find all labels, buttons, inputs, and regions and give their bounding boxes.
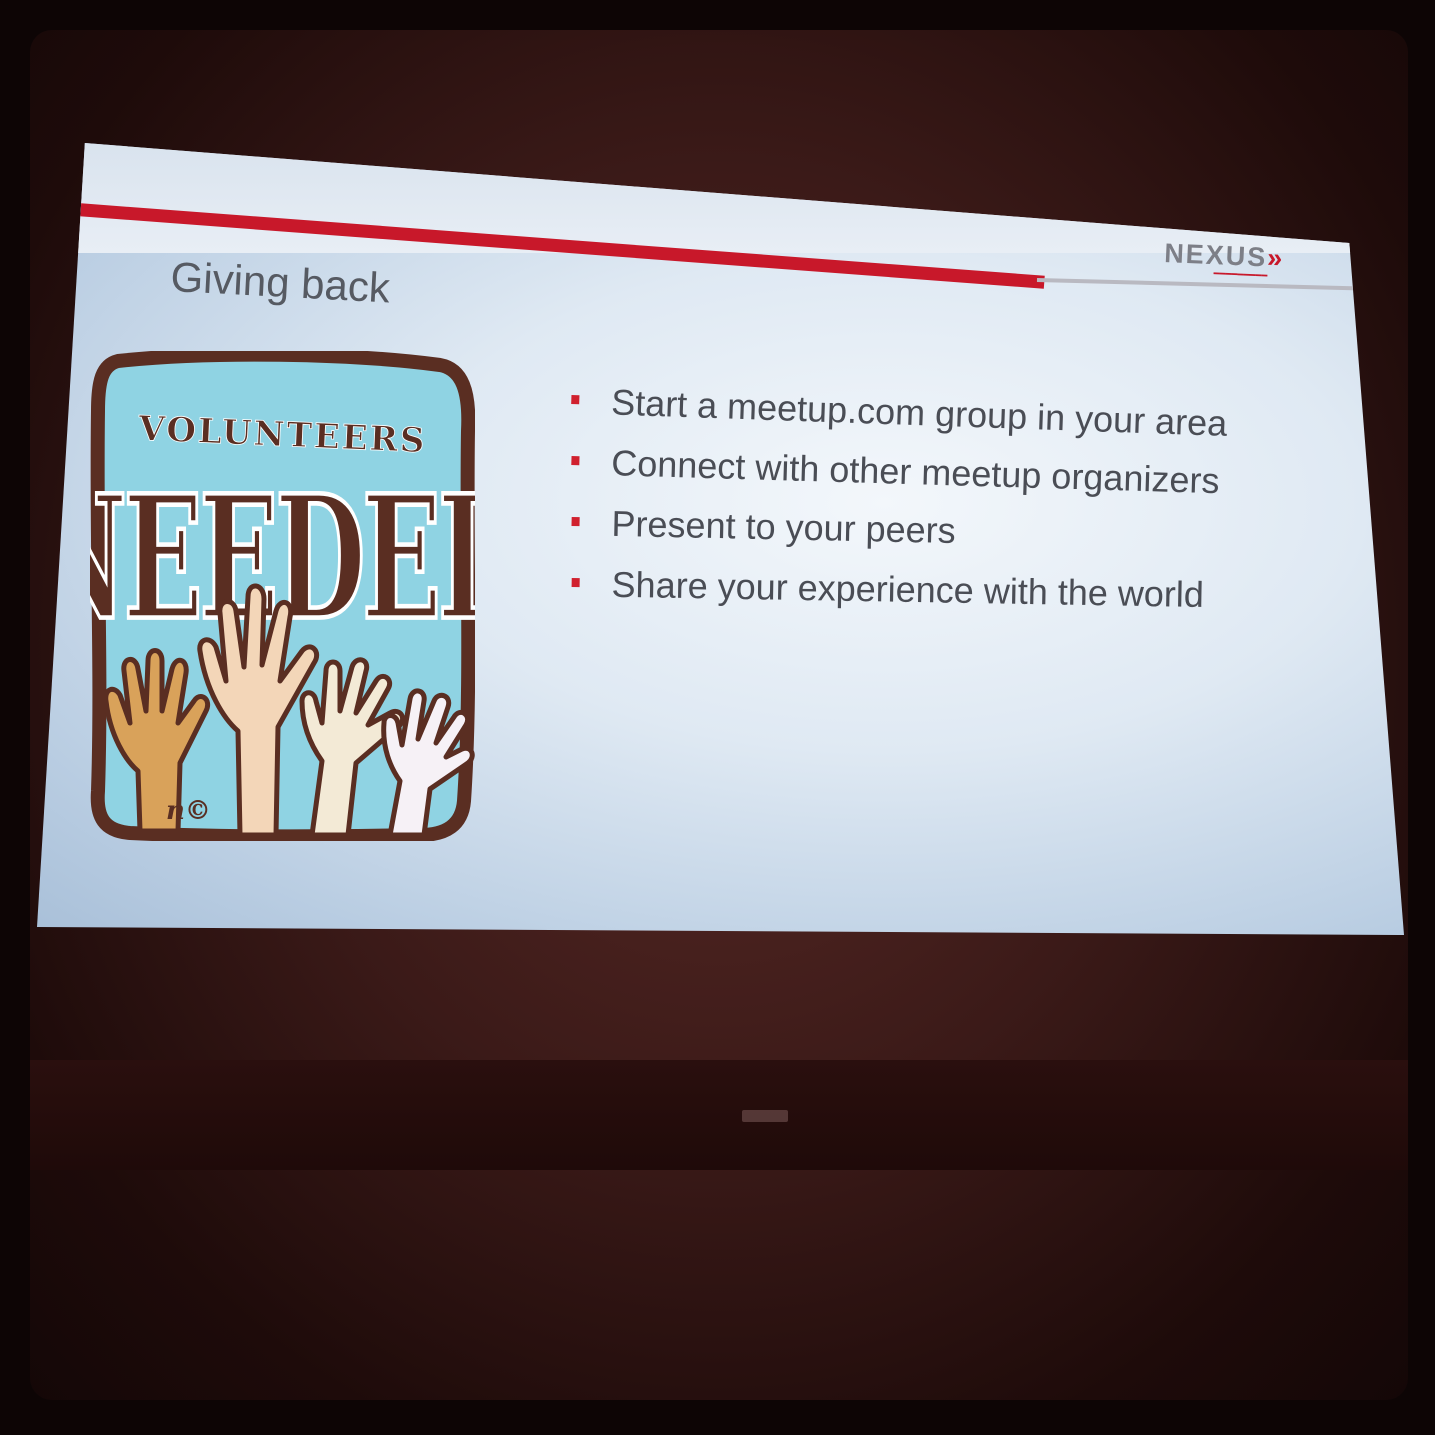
header-grey-rule bbox=[1036, 278, 1357, 291]
slide-title: Giving back bbox=[169, 253, 392, 312]
bullet-text: Start a meetup.com group in your area bbox=[610, 381, 1228, 444]
logo-name: NEXUS bbox=[1163, 238, 1268, 273]
projector-label bbox=[742, 1110, 788, 1122]
bullet-square-icon bbox=[571, 577, 580, 588]
bullet-item: Share your experience with the world bbox=[571, 563, 1332, 640]
bullet-text: Present to your peers bbox=[611, 502, 957, 552]
screen-bottom-band bbox=[30, 1060, 1408, 1170]
bullet-list: Start a meetup.com group in your area Co… bbox=[571, 380, 1332, 636]
slide-header-band bbox=[37, 143, 1404, 253]
bullet-square-icon bbox=[571, 394, 580, 405]
bullet-square-icon bbox=[571, 516, 580, 527]
artist-signature: n© bbox=[166, 796, 211, 826]
logo-arrows: » bbox=[1266, 242, 1285, 274]
photo-frame: Giving back NEXUS» ▬▬▬▬▬▬▬▬▬ Start a mee… bbox=[0, 0, 1435, 1435]
bullet-square-icon bbox=[571, 455, 580, 466]
volunteers-needed-image: VOLUNTEERS NEEDED n© bbox=[90, 351, 475, 841]
projected-slide: Giving back NEXUS» ▬▬▬▬▬▬▬▬▬ Start a mee… bbox=[37, 143, 1404, 943]
nexus-logo: NEXUS» ▬▬▬▬▬▬▬▬▬ bbox=[1163, 238, 1285, 279]
logo-text: NEXUS» bbox=[1164, 238, 1285, 274]
slide-surface: Giving back NEXUS» ▬▬▬▬▬▬▬▬▬ Start a mee… bbox=[37, 143, 1404, 935]
